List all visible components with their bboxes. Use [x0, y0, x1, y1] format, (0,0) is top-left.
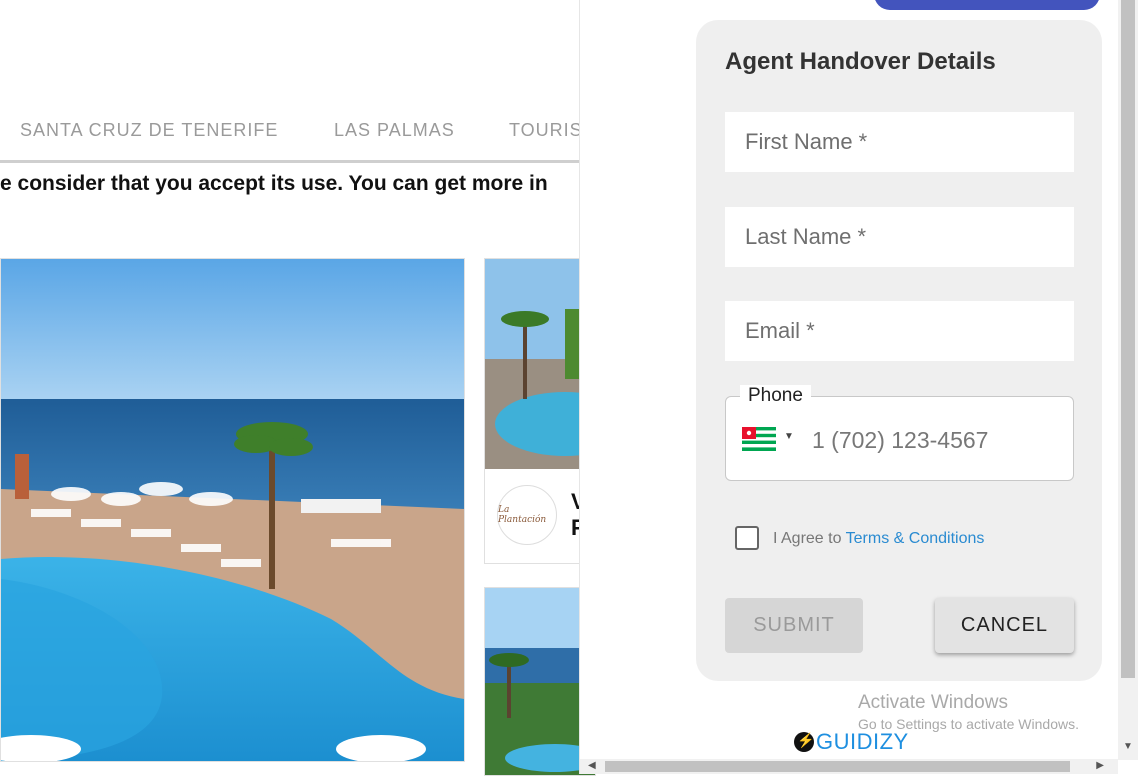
dropdown-arrow-icon[interactable]: ▼ [784, 431, 794, 442]
lightning-icon [794, 732, 815, 752]
site-nav: SANTA CRUZ DE TENERIFE LAS PALMAS TOURIS [0, 108, 600, 163]
header-pill-button[interactable] [874, 0, 1100, 10]
handover-form-panel: Agent Handover Details Phone ▼ I Agree t… [696, 20, 1102, 681]
phone-field: Phone ▼ [725, 385, 1074, 481]
scroll-right-arrow-icon[interactable]: ▶ [1096, 760, 1104, 771]
horizontal-scroll-thumb[interactable] [605, 761, 1070, 772]
horizontal-scrollbar[interactable]: ◀ ▶ [580, 759, 1118, 774]
phone-label: Phone [740, 385, 811, 407]
nav-item-las-palmas[interactable]: LAS PALMAS [334, 120, 455, 141]
nav-item-santa-cruz[interactable]: SANTA CRUZ DE TENERIFE [20, 120, 278, 141]
phone-input[interactable] [810, 421, 1064, 459]
chat-widget: Agent Handover Details Phone ▼ I Agree t… [579, 0, 1146, 774]
brand-name: GUIDIZY [816, 729, 909, 754]
cookie-notice: e consider that you accept its use. You … [0, 172, 548, 195]
form-title: Agent Handover Details [725, 48, 996, 75]
vertical-scrollbar[interactable]: ▼ [1118, 0, 1138, 760]
terms-link[interactable]: Terms & Conditions [846, 530, 985, 547]
watermark-line-1: Activate Windows [858, 692, 1008, 713]
activate-windows-watermark: Activate Windows Go to Settings to activ… [858, 692, 1079, 732]
terms-agreement: I Agree to Terms & Conditions [773, 530, 984, 548]
flag-icon[interactable] [742, 427, 776, 451]
cancel-button[interactable]: CANCEL [935, 598, 1074, 653]
scroll-down-arrow-icon[interactable]: ▼ [1123, 741, 1133, 752]
first-name-field[interactable] [725, 112, 1074, 172]
vertical-scroll-thumb[interactable] [1121, 0, 1135, 678]
hotel-logo: La Plantación [497, 485, 557, 545]
submit-button[interactable]: SUBMIT [725, 598, 863, 653]
resort-pool-image [1, 259, 464, 761]
brand-footer[interactable]: GUIDIZY [794, 729, 909, 755]
email-field[interactable] [725, 301, 1074, 361]
scroll-left-arrow-icon[interactable]: ◀ [588, 760, 596, 771]
agree-text: I Agree to [773, 530, 846, 547]
nav-item-tourism[interactable]: TOURIS [509, 120, 583, 141]
last-name-field[interactable] [725, 207, 1074, 267]
hotel-photo-main[interactable] [0, 258, 465, 762]
terms-checkbox[interactable] [735, 526, 759, 550]
